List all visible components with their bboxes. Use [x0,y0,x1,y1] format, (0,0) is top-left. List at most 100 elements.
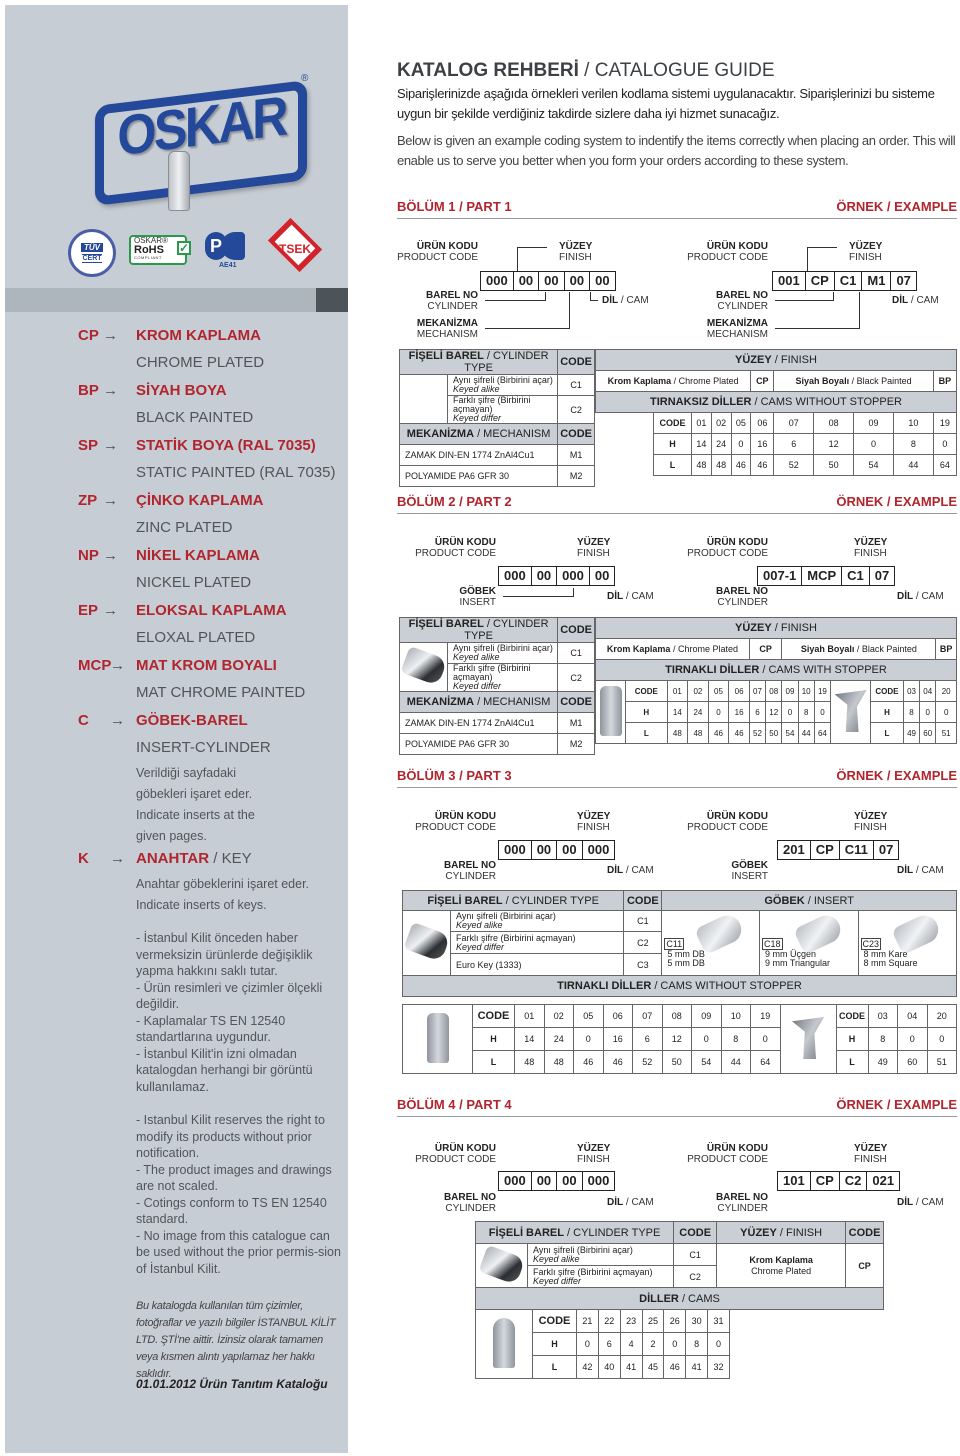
cams-header: TIRNAKLI DİLLER / CAMS WITH STOPPER [595,659,957,681]
mechanism-cell: POLYAMIDE PA6 GFR 30 [398,465,559,487]
oskar-logo: OSKAR [90,73,315,218]
insert-en: 9 mm Triangular [765,958,831,968]
code-name-en: CHROME PLATED [136,354,265,371]
disclaimer-line: - Ürün resimleri ve çizimler ölçekli değ… [136,980,323,1012]
cam-l: 48 [666,722,689,744]
pct-badge: P AE41 [205,232,245,272]
cert-label: CERT [82,254,102,263]
cam-h: 4 [619,1332,643,1356]
code-name-en: ZINC PLATED [136,519,233,536]
cam-code: 21 [576,1309,599,1333]
cam-tr-text: DİL [607,865,624,876]
finish-label: YÜZEY FINISH [577,537,610,559]
code-box: 000 [499,567,532,585]
l-label-cell: L [472,1050,515,1074]
cam-code: 01 [666,680,689,702]
arrow-right-icon: → [110,712,125,729]
cam-code: 30 [685,1309,709,1333]
keyed-differ-cell: Farklı şifre (Birbirini açmayan) Keyed di… [449,931,625,954]
cam-label: DİL / CAM [897,865,944,876]
finish-tr-text: YÜZEY [559,241,593,252]
cylinder-en-text: CYLINDER [717,597,768,608]
cylinder-image-cell [399,642,448,692]
code-cell: M1 [557,712,595,734]
catalog-date: 01.01.2012 Ürün Tanıtım Kataloğu [136,1377,328,1391]
code-cell: C1 [673,1243,718,1266]
black-cell: Siyah Boyalı / Black Painted [773,370,934,392]
code-boxes: 001 CP C1 M1 07 [772,271,917,291]
disclaimer-en: - Istanbul Kilit reserves the right to m… [136,1112,341,1277]
cam-h: 12 [661,1027,692,1051]
finish-tr-text: YÜZEY [854,811,888,822]
finish-head-tr-text: YÜZEY [735,622,772,634]
chrome-cell: Krom Kaplama / Chrome Plated [595,638,750,660]
code-boxes: 000 00 00 000 [498,840,616,860]
arrow-line [503,596,573,597]
product-code-tr-text: ÜRÜN KODU [434,537,496,548]
part-title: BÖLÜM 2 / PART 2 [397,494,512,509]
cam-l: 48 [691,454,712,476]
cam-code: 04 [897,1004,928,1028]
cam-code: 22 [597,1309,621,1333]
L-text: L [849,1057,855,1067]
cam-l: 51 [935,722,957,744]
arrow-line [569,292,570,329]
code-abbr: ZP [78,492,98,509]
euro-key-cell: Euro Key (1333) [449,953,625,976]
mechanism-en-text: MECHANISM [706,329,768,340]
chrome-en-plain-text: Chrome Plated [751,1265,812,1276]
title-tr: KATALOG REHBERİ [397,60,579,81]
arrow-line [485,328,569,329]
code-box: 00 [514,272,540,290]
finish-head-en-text: / FINISH [771,354,817,366]
code-box: 07 [874,568,890,583]
cam-code: 05 [707,680,730,702]
cam-image [599,686,622,736]
intro-en: Below is given an example coding system … [397,133,956,168]
product-code-label: ÜRÜN KODU PRODUCT CODE [415,811,496,833]
cam-code: 02 [710,412,732,434]
insert-c18: C18 9 mm Üçgen 9 mm Triangular [759,910,859,976]
tuv-cert-badge: TÜV CERT [68,229,116,277]
code-abbr: C [78,712,89,729]
cam-l: 64 [813,722,832,744]
cam-l: 48 [687,722,709,744]
code-box: 00 [532,841,558,859]
code-box: 07 [896,273,911,288]
cam-en-text: / CAM [913,1197,944,1208]
cam-image-cell [595,412,654,476]
cam-h: 6 [632,1027,663,1051]
cyl-type-tr-text: FİŞELİ BAREL [488,1226,564,1239]
cam-image-cell [830,680,872,744]
cam-l: 41 [619,1355,643,1379]
cam-l: 49 [902,722,921,744]
chrome-en-text: / Chrome Plated [670,644,738,654]
code-cell: C1 [557,374,595,396]
keyed-differ-cell: Farklı şifre (Birbirini açmayan) Keyed di… [446,663,559,692]
cam-code: 04 [919,680,937,702]
code-cell: C3 [623,953,663,976]
finish-code-mcp: MCP → MAT KROM BOYALI MAT CHROME PAINTED [5,657,348,701]
code-box: 000 [499,841,532,859]
cam-label: DİL / CAM [607,865,654,876]
product-code-label: ÜRÜN KODU PRODUCT CODE [687,241,768,263]
code-name-tr: STATİK BOYA (RAL 7035) [136,437,316,454]
arrow-line [517,247,518,271]
tuv-label: TÜV [81,243,103,252]
code-header: CODE [557,349,595,375]
product-code-label: ÜRÜN KODU PRODUCT CODE [687,811,768,833]
cam-h: 24 [710,433,732,455]
code-boxes: 000 00 00 00 00 [480,271,616,291]
code-box: CP [811,1172,840,1190]
product-code-tr-text: ÜRÜN KODU [434,811,496,822]
keyed-alike-cell: Aynı şifreli (Birbirini açar) Keyed alike [446,374,559,396]
code-label-cell: CODE [870,680,904,702]
code-name-tr: ELOKSAL KAPLAMA [136,602,287,619]
sidebar-band [5,288,348,312]
cam-code: 10 [797,680,815,702]
disclaimer-line: - İstanbul Kilit önceden haber vermeksiz… [136,931,313,978]
cam-code: 19 [813,680,832,702]
finish-en-text: FINISH [849,252,882,263]
h-label-cell: H [653,433,692,455]
code-label-cell: CODE [835,1004,869,1028]
